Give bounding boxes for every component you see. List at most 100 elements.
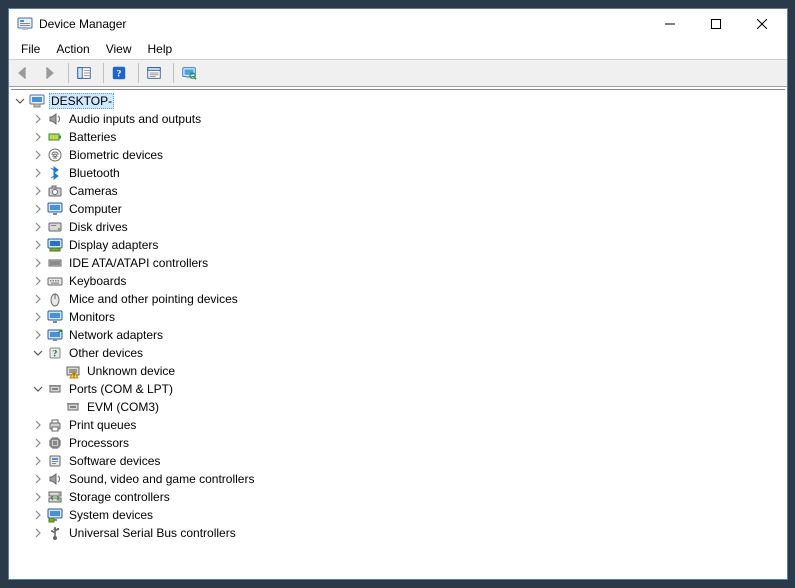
tree-row[interactable]: Cameras [31,182,785,200]
menu-view[interactable]: View [98,40,140,58]
tree-row[interactable]: Ports (COM & LPT) [31,380,785,398]
software-icon [47,453,63,469]
tree-item-label[interactable]: Bluetooth [67,166,122,180]
show-hide-tree-button[interactable] [74,61,98,85]
tree-row[interactable]: !Unknown device [49,362,785,380]
chevron-right-icon[interactable] [31,256,45,270]
tree-row[interactable]: Print queues [31,416,785,434]
chevron-down-icon[interactable] [13,94,27,108]
battery-icon [47,129,63,145]
chevron-right-icon[interactable] [31,148,45,162]
tree-item-label[interactable]: Cameras [67,184,120,198]
tree-item-label[interactable]: Monitors [67,310,117,324]
tree-row[interactable]: Keyboards [31,272,785,290]
chevron-right-icon[interactable] [31,238,45,252]
tree-row[interactable]: EVM (COM3) [49,398,785,416]
tree-item-label[interactable]: Network adapters [67,328,165,342]
chevron-right-icon[interactable] [31,310,45,324]
chevron-down-icon[interactable] [31,346,45,360]
scan-hardware-button[interactable] [179,61,203,85]
chevron-right-icon[interactable] [31,166,45,180]
svg-text:?: ? [117,69,122,80]
tree-item-label[interactable]: Keyboards [67,274,128,288]
maximize-button[interactable] [693,9,739,39]
tree-row[interactable]: Computer [31,200,785,218]
tree-item-label[interactable]: Unknown device [85,364,177,378]
tree-row[interactable]: DESKTOP- [13,92,785,110]
tree-item-label[interactable]: Storage controllers [67,490,172,504]
tree-item-label[interactable]: Batteries [67,130,118,144]
monitor-icon [47,309,63,325]
port-icon [47,381,63,397]
speaker-icon [47,111,63,127]
tree-row[interactable]: Universal Serial Bus controllers [31,524,785,542]
tree-row[interactable]: Storage controllers [31,488,785,506]
menu-action[interactable]: Action [48,40,97,58]
window-controls [647,9,785,39]
chevron-right-icon[interactable] [31,130,45,144]
tree-item-label[interactable]: Disk drives [67,220,130,234]
tree-item-label[interactable]: Software devices [67,454,162,468]
toolbar-separator [173,63,174,83]
tree-row[interactable]: Bluetooth [31,164,785,182]
tree-row[interactable]: Audio inputs and outputs [31,110,785,128]
tree-item-label[interactable]: Other devices [67,346,145,360]
tree-row[interactable]: ?Other devices [31,344,785,362]
tree-row[interactable]: Software devices [31,452,785,470]
tree-item-label[interactable]: Print queues [67,418,138,432]
properties-button[interactable] [144,61,168,85]
help-button[interactable]: ? [109,61,133,85]
tree-row[interactable]: Display adapters [31,236,785,254]
minimize-button[interactable] [647,9,693,39]
toolbar-separator [138,63,139,83]
chevron-right-icon[interactable] [31,454,45,468]
tree-row[interactable]: Disk drives [31,218,785,236]
titlebar: Device Manager [9,9,787,39]
ide-icon [47,255,63,271]
tree-row[interactable]: IDE ATA/ATAPI controllers [31,254,785,272]
tree-item-label[interactable]: System devices [67,508,155,522]
tree-item-label[interactable]: Sound, video and game controllers [67,472,256,486]
tree-item-label[interactable]: Processors [67,436,131,450]
tree-row[interactable]: Sound, video and game controllers [31,470,785,488]
chevron-right-icon[interactable] [31,328,45,342]
monitor-icon [47,201,63,217]
tree-row[interactable]: Mice and other pointing devices [31,290,785,308]
tree-row[interactable]: Biometric devices [31,146,785,164]
tree-item-label[interactable]: Mice and other pointing devices [67,292,240,306]
tree-item-label[interactable]: Universal Serial Bus controllers [67,526,238,540]
tree-item-label[interactable]: DESKTOP- [49,93,114,109]
device-tree[interactable]: DESKTOP- Audio inputs and outputs Batterie… [11,89,785,577]
menu-file[interactable]: File [13,40,48,58]
tree-item-label[interactable]: IDE ATA/ATAPI controllers [67,256,210,270]
tree-row[interactable]: Monitors [31,308,785,326]
chevron-down-icon[interactable] [31,382,45,396]
scan-monitor-icon [181,65,197,81]
chevron-right-icon[interactable] [31,292,45,306]
chevron-right-icon[interactable] [31,490,45,504]
chevron-right-icon[interactable] [31,220,45,234]
tree-item-label[interactable]: EVM (COM3) [85,400,161,414]
chevron-right-icon[interactable] [31,202,45,216]
tree-row[interactable]: Processors [31,434,785,452]
close-button[interactable] [739,9,785,39]
arrow-right-icon [41,65,57,81]
tree-item-label[interactable]: Audio inputs and outputs [67,112,203,126]
port-icon [65,399,81,415]
chevron-right-icon[interactable] [31,274,45,288]
chevron-right-icon[interactable] [31,526,45,540]
chevron-right-icon[interactable] [31,184,45,198]
chevron-right-icon[interactable] [31,436,45,450]
chevron-right-icon[interactable] [31,112,45,126]
tree-item-label[interactable]: Biometric devices [67,148,165,162]
tree-item-label[interactable]: Ports (COM & LPT) [67,382,175,396]
tree-row[interactable]: Batteries [31,128,785,146]
chevron-right-icon[interactable] [31,508,45,522]
tree-row[interactable]: System devices [31,506,785,524]
chevron-right-icon[interactable] [31,418,45,432]
tree-row[interactable]: Network adapters [31,326,785,344]
menu-help[interactable]: Help [140,40,181,58]
tree-item-label[interactable]: Display adapters [67,238,160,252]
chevron-right-icon[interactable] [31,472,45,486]
tree-item-label[interactable]: Computer [67,202,124,216]
